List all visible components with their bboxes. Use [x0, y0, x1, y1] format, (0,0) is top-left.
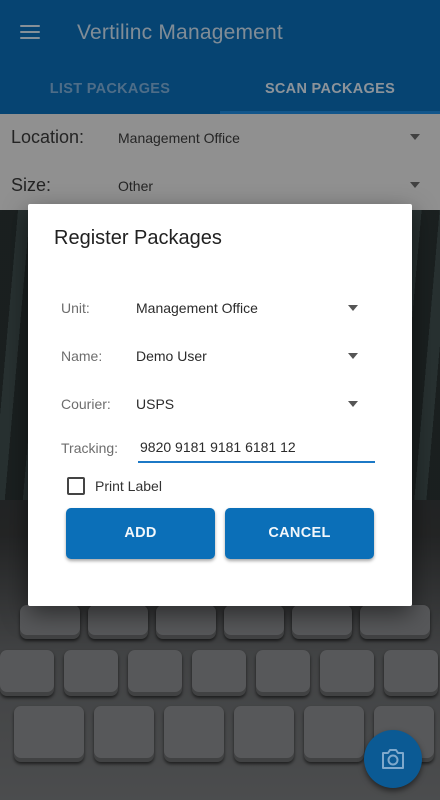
register-packages-dialog: Register Packages Unit: Management Offic… — [28, 204, 412, 606]
name-label: Name: — [61, 348, 103, 364]
unit-label: Unit: — [61, 300, 90, 316]
courier-dropdown-icon[interactable] — [348, 401, 358, 407]
courier-select[interactable]: USPS — [136, 396, 174, 412]
courier-field: Courier: USPS — [28, 385, 412, 425]
courier-label: Courier: — [61, 396, 111, 412]
name-select[interactable]: Demo User — [136, 348, 207, 364]
dialog-title: Register Packages — [54, 227, 222, 249]
add-button[interactable]: ADD — [66, 508, 215, 559]
tracking-field: Tracking: — [28, 429, 412, 469]
name-dropdown-icon[interactable] — [348, 353, 358, 359]
tracking-input[interactable] — [138, 433, 375, 463]
unit-field: Unit: Management Office — [28, 289, 412, 329]
camera-icon — [382, 749, 404, 769]
camera-fab[interactable] — [364, 730, 422, 788]
unit-dropdown-icon[interactable] — [348, 305, 358, 311]
cancel-button[interactable]: CANCEL — [225, 508, 374, 559]
name-field: Name: Demo User — [28, 337, 412, 377]
print-label-checkbox[interactable] — [67, 477, 85, 495]
print-label-text: Print Label — [95, 478, 162, 494]
tracking-label: Tracking: — [61, 440, 119, 456]
unit-select[interactable]: Management Office — [136, 300, 258, 316]
print-label-checkbox-row[interactable]: Print Label — [66, 476, 266, 498]
